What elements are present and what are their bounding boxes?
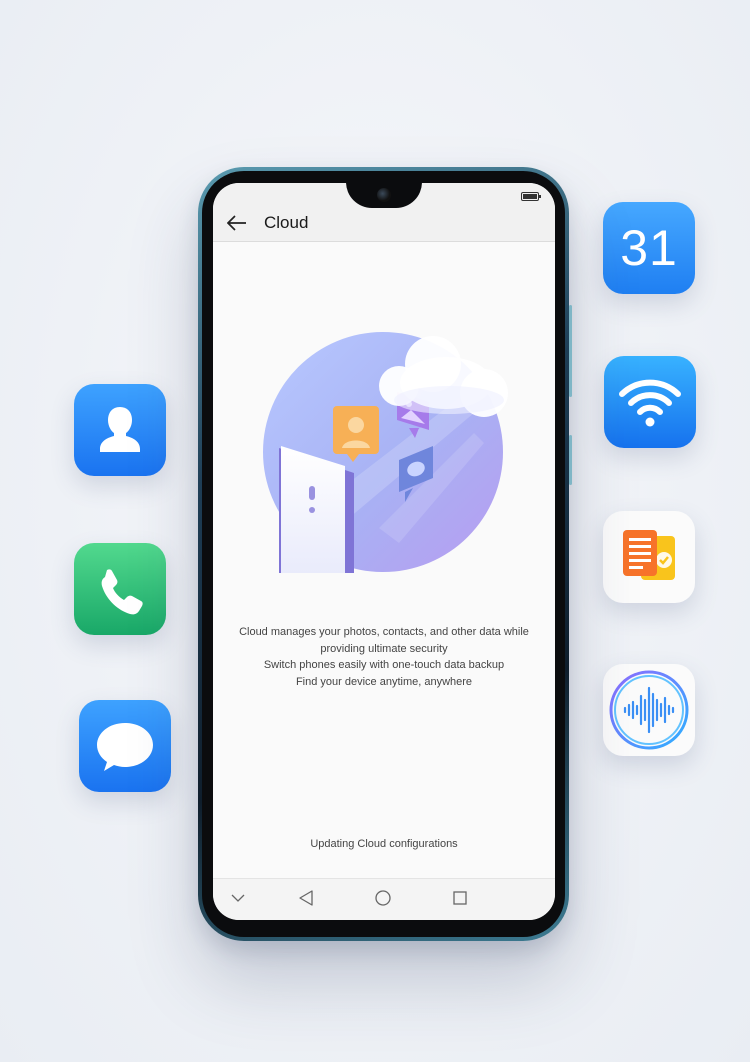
- volume-button: [569, 305, 572, 397]
- home-circle-icon: [375, 890, 391, 906]
- recorder-app-icon[interactable]: [603, 664, 695, 756]
- back-triangle-icon: [299, 890, 313, 906]
- description-line: Cloud manages your photos, contacts, and…: [239, 626, 529, 638]
- app-bar: Cloud: [213, 211, 555, 242]
- phone-icon: [101, 569, 143, 615]
- wifi-app-icon[interactable]: [604, 356, 696, 448]
- description-line: providing ultimate security: [320, 642, 448, 655]
- recents-square-icon: [453, 891, 467, 905]
- phone-screen: Cloud Cloud manages your photos, contact…: [213, 183, 555, 920]
- messages-icon: [97, 723, 153, 771]
- description-line: Find your device anytime, anywhere: [295, 675, 473, 688]
- chevron-down-icon: [231, 894, 245, 902]
- recorder-icon: [609, 670, 689, 750]
- cloud-illustration: [263, 332, 508, 573]
- nav-back-button[interactable]: [295, 887, 317, 909]
- contacts-icon: [100, 407, 140, 452]
- calendar-icon: 31: [620, 220, 678, 276]
- front-camera: [377, 188, 391, 202]
- nav-home-button[interactable]: [372, 887, 394, 909]
- wifi-icon: [619, 379, 681, 427]
- navigation-bar: [213, 878, 555, 920]
- page-title: Cloud: [264, 213, 309, 232]
- notes-icon: [623, 530, 675, 580]
- calendar-app-icon[interactable]: 31: [603, 202, 695, 294]
- update-status: Updating Cloud configurations: [310, 838, 458, 850]
- notes-app-icon[interactable]: [603, 511, 695, 603]
- collapse-button[interactable]: [227, 887, 249, 909]
- description-text: Cloud manages your photos, contacts, and…: [213, 624, 555, 690]
- contacts-app-icon[interactable]: [74, 384, 166, 476]
- arrow-left-icon: [227, 215, 246, 231]
- battery-icon: [521, 192, 541, 201]
- power-button: [569, 435, 572, 485]
- back-button[interactable]: [225, 211, 249, 235]
- description-line: Switch phones easily with one-touch data…: [263, 659, 505, 671]
- nav-recents-button[interactable]: [449, 887, 471, 909]
- phone-app-icon[interactable]: [74, 543, 166, 635]
- messages-app-icon[interactable]: [79, 700, 171, 792]
